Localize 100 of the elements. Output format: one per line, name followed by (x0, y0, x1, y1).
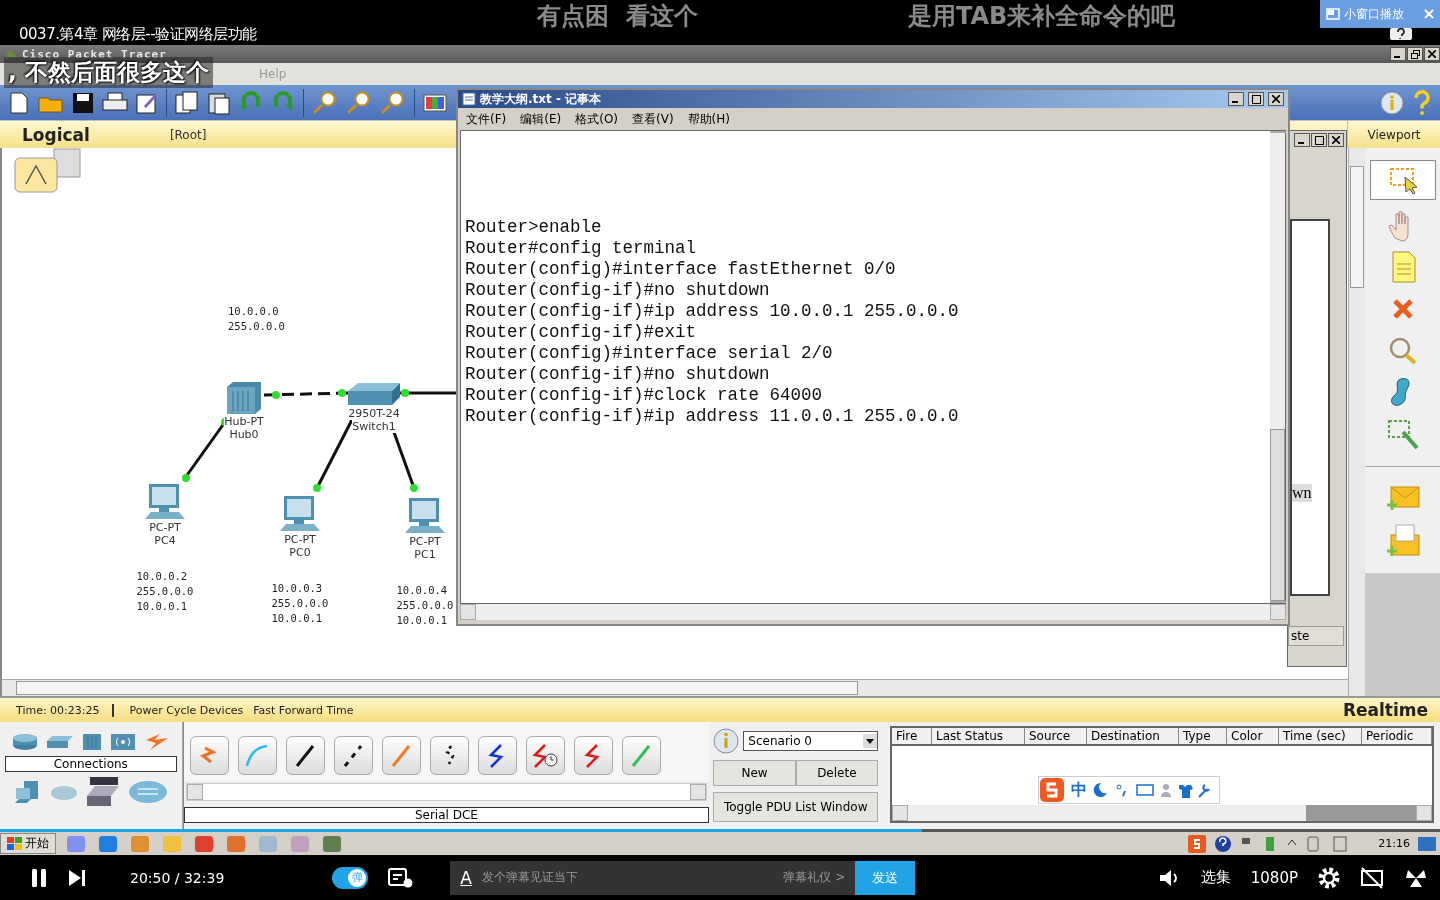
next-icon[interactable] (68, 868, 86, 887)
palette-icon[interactable] (423, 92, 447, 113)
column-header[interactable]: Color (1227, 728, 1279, 744)
quality-button[interactable]: 1080P (1250, 868, 1298, 887)
pc-icon[interactable] (278, 495, 322, 533)
maximize-icon[interactable] (1251, 94, 1261, 104)
scrollbar-thumb[interactable] (1270, 429, 1285, 601)
select-icon[interactable] (1369, 160, 1436, 200)
logical-tab[interactable]: Logical (22, 124, 90, 145)
cable-button[interactable] (333, 736, 373, 775)
column-header[interactable]: Periodic (1362, 728, 1432, 744)
column-header[interactable]: Type (1179, 728, 1227, 744)
cable-button[interactable] (285, 736, 325, 775)
taskbar-app-icon[interactable] (224, 833, 248, 854)
help-tray-icon[interactable] (1214, 834, 1233, 853)
sogou-icon[interactable] (1039, 777, 1065, 803)
settings-icon[interactable] (1318, 866, 1340, 889)
info-icon[interactable] (1380, 90, 1404, 115)
column-header[interactable]: Time (sec) (1279, 728, 1362, 744)
screen-off-icon[interactable] (1360, 866, 1384, 889)
zoom-icon[interactable] (380, 90, 406, 115)
column-header[interactable]: Last Status (932, 728, 1025, 744)
taskbar-app-icon[interactable] (192, 833, 216, 854)
windows-icon (7, 836, 23, 851)
menu-item[interactable]: 格式(O) (575, 110, 619, 128)
column-header[interactable]: Source (1025, 728, 1087, 744)
paste-icon[interactable] (207, 90, 231, 115)
close-icon[interactable] (1272, 95, 1280, 103)
device-name: PC0 (289, 546, 311, 559)
desktop-icon[interactable] (1418, 836, 1436, 851)
taskbar-app-icon[interactable] (128, 833, 152, 854)
scrollbar-thumb[interactable] (1350, 166, 1364, 288)
column-header[interactable]: Destination (1087, 728, 1179, 744)
switch-icon[interactable] (45, 735, 74, 749)
vertical-scrollbar[interactable] (1348, 148, 1365, 696)
cable-button[interactable] (477, 736, 517, 775)
danmaku-settings-icon[interactable] (388, 866, 415, 889)
horizontal-scrollbar[interactable] (460, 604, 1286, 620)
hub-icon[interactable] (81, 733, 102, 751)
horizontal-scrollbar[interactable] (892, 805, 1432, 821)
taskbar-app-icon[interactable] (320, 833, 344, 854)
text-line: Router(config-if)#ip address 11.0.0.1 255.0.0.0 (465, 406, 960, 427)
scenario-button[interactable]: New (713, 760, 796, 786)
router-icon[interactable] (11, 733, 38, 751)
pc-icon[interactable] (143, 483, 187, 521)
input-mode-toggle[interactable]: 中 (1071, 779, 1087, 801)
taskbar-app-icon[interactable] (96, 833, 120, 854)
ip-note: 10.0.0.1 (396, 613, 449, 628)
edit-icon[interactable] (136, 91, 158, 114)
scenario-button[interactable]: Delete (795, 760, 878, 786)
close-icon[interactable] (1428, 50, 1436, 58)
menu-item[interactable]: 帮助(H) (687, 110, 730, 128)
ime-toolbar[interactable]: 中 (1038, 776, 1220, 804)
cloud-icon[interactable] (127, 780, 168, 804)
text-line: Router>enable (465, 217, 603, 238)
episodes-button[interactable]: 选集 (1200, 868, 1231, 887)
pc-icon[interactable] (403, 497, 447, 535)
pause-icon[interactable] (30, 867, 48, 888)
device-name: PC4 (154, 534, 176, 547)
power-cycle-button[interactable]: Power Cycle Devices (129, 703, 244, 717)
scenario-dropdown[interactable]: Scenario 0 (743, 731, 878, 751)
realtime-tab[interactable]: Realtime (1342, 700, 1440, 720)
maximize-icon[interactable] (1314, 135, 1324, 145)
menu-item[interactable]: 文件(F) (466, 110, 507, 128)
new-file-icon[interactable] (8, 90, 30, 115)
paste-button[interactable]: ste (1288, 626, 1344, 646)
toggle-pdu-button[interactable]: Toggle PDU List Window (713, 792, 878, 822)
scrollbar-thumb[interactable] (16, 681, 858, 695)
copy-icon[interactable] (175, 90, 199, 115)
server-icon[interactable] (85, 776, 120, 808)
clock: 21:16 (1378, 837, 1410, 850)
horizontal-scrollbar[interactable] (2, 679, 1348, 696)
save-icon[interactable] (72, 91, 94, 114)
restore-icon[interactable] (1410, 49, 1420, 59)
cluster-icon[interactable] (14, 148, 82, 194)
wireless-icon[interactable] (109, 733, 136, 751)
fast-forward-button[interactable]: Fast Forward Time (253, 703, 354, 717)
horizontal-scrollbar[interactable] (185, 783, 708, 801)
text-line: Router(config-if)#ip address 10.0.0.1 255.0.0.0 (465, 301, 960, 322)
printer-icon[interactable] (102, 91, 128, 114)
danmaku-input[interactable]: A 发个弹幕见证当下 弹幕礼仪 > (450, 860, 856, 895)
switch-icon[interactable] (346, 381, 402, 407)
ip-note: 10.0.0.2 (136, 569, 189, 584)
ime-tools-drawing[interactable] (1093, 781, 1213, 799)
zoom-icon[interactable] (312, 90, 338, 115)
ip-note: 10.0.0.1 (136, 599, 189, 614)
menu-item[interactable]: 查看(V) (632, 110, 674, 128)
start-button[interactable]: 开始 (0, 833, 56, 854)
close-icon[interactable] (1332, 136, 1340, 144)
menu-item[interactable]: 编辑(E) (520, 110, 562, 128)
help-icon[interactable] (1390, 28, 1412, 42)
taskbar-app-icon[interactable] (64, 833, 88, 854)
vertical-scrollbar[interactable] (1270, 131, 1285, 603)
zoom-icon[interactable] (346, 90, 372, 115)
info-icon[interactable] (713, 728, 740, 754)
device-name: PC1 (414, 548, 436, 561)
column-header[interactable]: Fire (892, 728, 932, 744)
sogou-tray-icon[interactable] (1188, 834, 1207, 853)
scrollbar-thumb[interactable] (1306, 805, 1416, 821)
hub-icon[interactable] (225, 381, 263, 415)
